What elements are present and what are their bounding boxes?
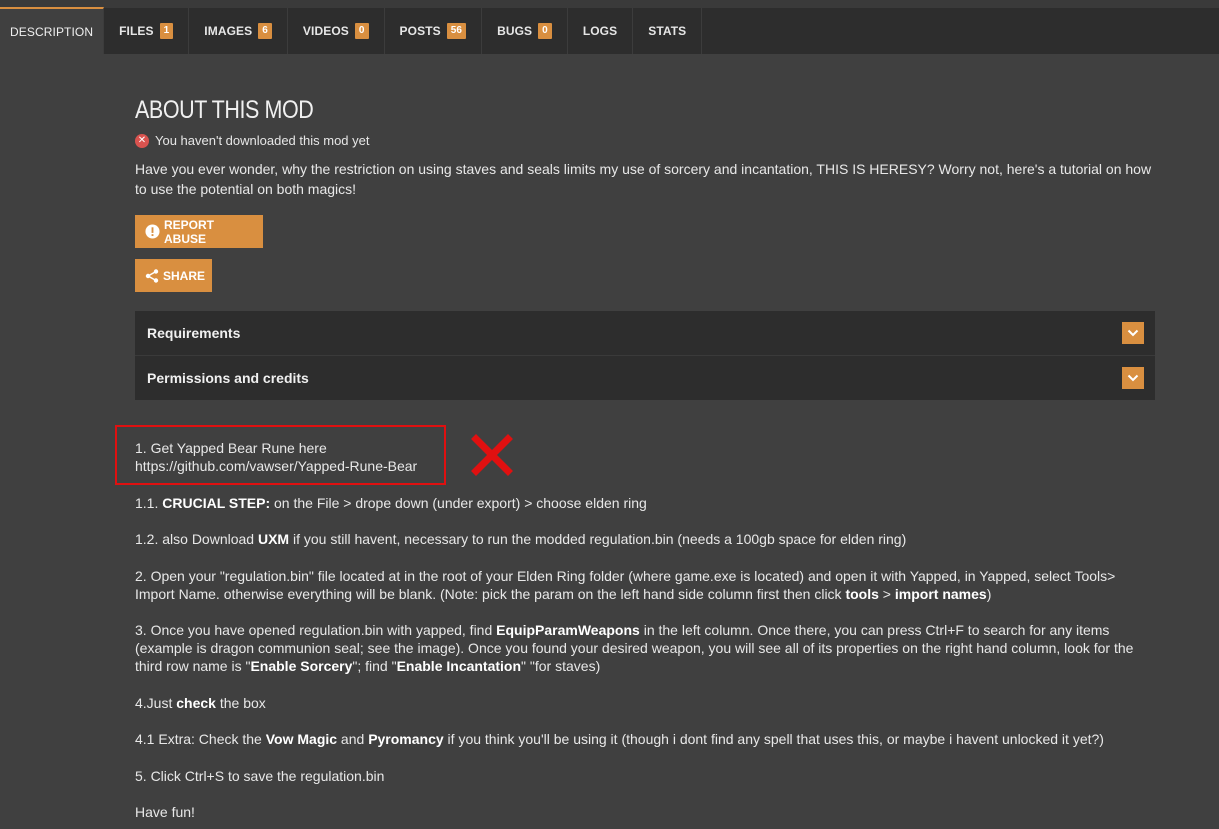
report-abuse-button[interactable]: REPORT ABUSE — [135, 215, 263, 248]
text: > — [878, 586, 895, 602]
count-badge: 56 — [446, 23, 467, 39]
step-1-2: 1.2. also Download UXM if you still have… — [135, 530, 1155, 548]
tab-label: IMAGES — [204, 24, 253, 38]
tab-posts[interactable]: POSTS 56 — [385, 8, 483, 54]
step-3: 3. Once you have opened regulation.bin w… — [135, 621, 1155, 675]
permissions-title: Permissions and credits — [147, 370, 309, 386]
emphasis: Pyromancy — [368, 731, 444, 747]
tab-label: BUGS — [497, 24, 533, 38]
step-4-1: 4.1 Extra: Check the Vow Magic and Pyrom… — [135, 730, 1155, 748]
step-4: 4.Just check the box — [135, 694, 1155, 712]
emphasis: tools — [845, 586, 879, 602]
emphasis: CRUCIAL STEP: — [162, 495, 271, 511]
download-status: ✕ You haven't downloaded this mod yet — [135, 133, 370, 148]
closing-text: Have fun! — [135, 804, 195, 820]
tab-label: VIDEOS — [302, 24, 349, 38]
share-button[interactable]: SHARE — [135, 259, 212, 292]
mod-summary: Have you ever wonder, why the restrictio… — [135, 161, 1152, 197]
tab-images[interactable]: IMAGES 6 — [189, 8, 288, 54]
text: ) — [986, 586, 992, 602]
github-link[interactable]: https://github.com/vawser/Yapped-Rune-Be… — [135, 458, 417, 474]
text: if you think you'll be using it (though … — [443, 731, 1104, 747]
tab-videos[interactable]: VIDEOS 0 — [288, 8, 385, 54]
text: 1.1. — [135, 495, 163, 511]
count-badge: 6 — [258, 23, 272, 39]
emphasis: EquipParamWeapons — [496, 622, 640, 638]
text: the box — [215, 695, 266, 711]
requirements-title: Requirements — [147, 325, 241, 341]
tab-label: FILES — [119, 24, 154, 38]
step-1-line-1: 1. Get Yapped Bear Rune here — [135, 440, 327, 456]
step-5: 5. Click Ctrl+S to save the regulation.b… — [135, 768, 385, 784]
text: " "for staves) — [521, 658, 601, 674]
text: 3. Once you have opened regulation.bin w… — [135, 622, 497, 638]
emphasis: Enable Incantation — [396, 658, 522, 674]
text: 4.1 Extra: Check the — [135, 731, 266, 747]
emphasis: check — [176, 695, 216, 711]
count-badge: 0 — [538, 23, 552, 39]
tab-logs[interactable]: LOGS — [568, 8, 634, 54]
emphasis: Enable Sorcery — [250, 658, 353, 674]
tab-files[interactable]: FILES 1 — [104, 8, 190, 54]
about-title: ABOUT THIS MOD — [135, 96, 314, 124]
emphasis: import names — [894, 586, 987, 602]
tab-label: STATS — [648, 24, 687, 38]
text: if you still havent, necessary to run th… — [289, 531, 907, 547]
text: 1.2. also Download — [135, 531, 258, 547]
report-abuse-label: REPORT ABUSE — [164, 217, 215, 246]
requirements-accordion[interactable]: Requirements — [135, 311, 1155, 355]
tab-description[interactable]: DESCRIPTION — [0, 7, 105, 54]
share-label: SHARE — [163, 268, 206, 283]
share-icon — [145, 268, 159, 283]
text: "; find " — [352, 658, 397, 674]
count-badge: 1 — [159, 23, 174, 39]
step-2: 2. Open your "regulation.bin" file locat… — [135, 567, 1155, 603]
text: on the File > drope down (under export) … — [270, 495, 647, 511]
tab-bugs[interactable]: BUGS 0 — [482, 8, 568, 54]
tab-bar: DESCRIPTION FILES 1 IMAGES 6 VIDEOS 0 PO… — [0, 7, 1219, 54]
tab-label: DESCRIPTION — [10, 24, 94, 39]
error-circle-icon: ✕ — [135, 133, 149, 148]
step-1-1: 1.1. CRUCIAL STEP: on the File > drope d… — [135, 494, 1155, 512]
download-status-text: You haven't downloaded this mod yet — [155, 133, 370, 148]
text: 4.Just — [135, 695, 177, 711]
top-strip — [0, 0, 1219, 8]
tab-label: POSTS — [399, 24, 441, 38]
tab-stats[interactable]: STATS — [633, 8, 703, 54]
permissions-accordion[interactable]: Permissions and credits — [135, 356, 1155, 400]
text: and — [337, 731, 369, 747]
count-badge: 0 — [354, 23, 369, 39]
warning-icon — [145, 224, 160, 239]
chevron-down-icon[interactable] — [1122, 322, 1144, 344]
step-1: 1. Get Yapped Bear Rune here https://git… — [135, 439, 1155, 475]
emphasis: Vow Magic — [265, 731, 338, 747]
tab-label: LOGS — [582, 24, 618, 38]
emphasis: UXM — [257, 531, 290, 547]
chevron-down-icon[interactable] — [1122, 367, 1144, 389]
